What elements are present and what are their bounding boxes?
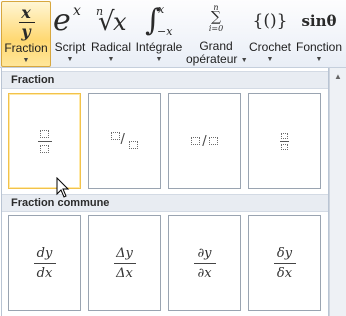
chevron-down-icon: ▼ xyxy=(240,57,248,64)
chevron-down-icon: ▼ xyxy=(107,56,115,63)
radical-icon: n √ x xyxy=(96,5,127,37)
fraction-numerator: Δy xyxy=(116,245,133,261)
equation-ribbon-group: x y Fraction ▼ e x Script ▼ n √ x Radica… xyxy=(0,0,346,68)
function-icon: sinθ xyxy=(301,12,337,30)
fraction-denominator: ∂x xyxy=(197,265,212,281)
fraction-button-label: Fraction xyxy=(4,41,48,55)
small-fraction-icon xyxy=(280,132,289,150)
chevron-down-icon: ▼ xyxy=(266,56,274,63)
chevron-down-icon: ▼ xyxy=(66,56,74,63)
scroll-up-arrow-icon[interactable]: ▲ xyxy=(331,70,345,84)
fraction-numerator: ∂y xyxy=(197,245,212,261)
function-button-label: Fonction xyxy=(295,40,343,54)
fraction-numerator: δy xyxy=(276,245,293,261)
chevron-down-icon: ▼ xyxy=(155,56,163,63)
gallery-scrollbar[interactable]: ▲ xyxy=(329,68,346,316)
bracket-icon: {()} xyxy=(252,11,288,31)
section-header-fraction: Fraction xyxy=(2,71,328,89)
chevron-down-icon: ▼ xyxy=(315,56,323,63)
function-button[interactable]: sinθ Fonction ▼ xyxy=(293,1,345,67)
fraction-denominator: δx xyxy=(276,265,293,281)
integral-icon: ∫ x −x xyxy=(145,3,173,38)
radical-button[interactable]: n √ x Radical ▼ xyxy=(90,1,132,67)
large-operator-button[interactable]: n ∑ i=0 Grand opérateur ▼ xyxy=(186,1,248,67)
large-operator-label-line2: opérateur xyxy=(186,52,238,66)
bracket-button[interactable]: {()} Crochet ▼ xyxy=(248,1,292,67)
fraction-gallery: Fraction / / Fraction commune dy dx Δy Δ… xyxy=(1,68,329,316)
fraction-icon: x y xyxy=(2,4,50,42)
linear-fraction-icon: / xyxy=(191,134,218,149)
large-operator-icon: n ∑ i=0 xyxy=(208,3,224,33)
skewed-fraction-tile[interactable]: / xyxy=(88,93,161,189)
script-button[interactable]: e x Script ▼ xyxy=(52,1,88,67)
integral-button-label: Intégrale xyxy=(135,40,183,54)
stacked-fraction-icon xyxy=(37,129,52,153)
linear-fraction-tile[interactable]: / xyxy=(168,93,241,189)
mouse-pointer-icon xyxy=(56,177,70,198)
common-fraction-tile[interactable]: ∂y ∂x xyxy=(168,215,241,311)
skewed-fraction-icon: / xyxy=(110,131,140,151)
section-header-common-fraction: Fraction commune xyxy=(2,194,328,212)
common-fraction-tile[interactable]: dy dx xyxy=(8,215,81,311)
fraction-denominator: Δx xyxy=(116,265,133,281)
radical-button-label: Radical xyxy=(90,40,132,54)
stacked-fraction-tile[interactable] xyxy=(8,93,81,189)
script-icon: e x xyxy=(53,3,81,38)
fraction-button[interactable]: x y Fraction ▼ xyxy=(1,1,51,67)
small-fraction-tile[interactable] xyxy=(248,93,321,189)
bracket-button-label: Crochet xyxy=(248,40,292,54)
common-fraction-tile[interactable]: Δy Δx xyxy=(88,215,161,311)
fraction-numerator: dy xyxy=(36,245,53,261)
chevron-down-icon: ▼ xyxy=(22,57,30,64)
script-button-label: Script xyxy=(54,40,86,54)
common-fraction-tile[interactable]: δy δx xyxy=(248,215,321,311)
integral-button[interactable]: ∫ x −x Intégrale ▼ xyxy=(133,1,185,67)
fraction-denominator: dx xyxy=(36,265,53,281)
